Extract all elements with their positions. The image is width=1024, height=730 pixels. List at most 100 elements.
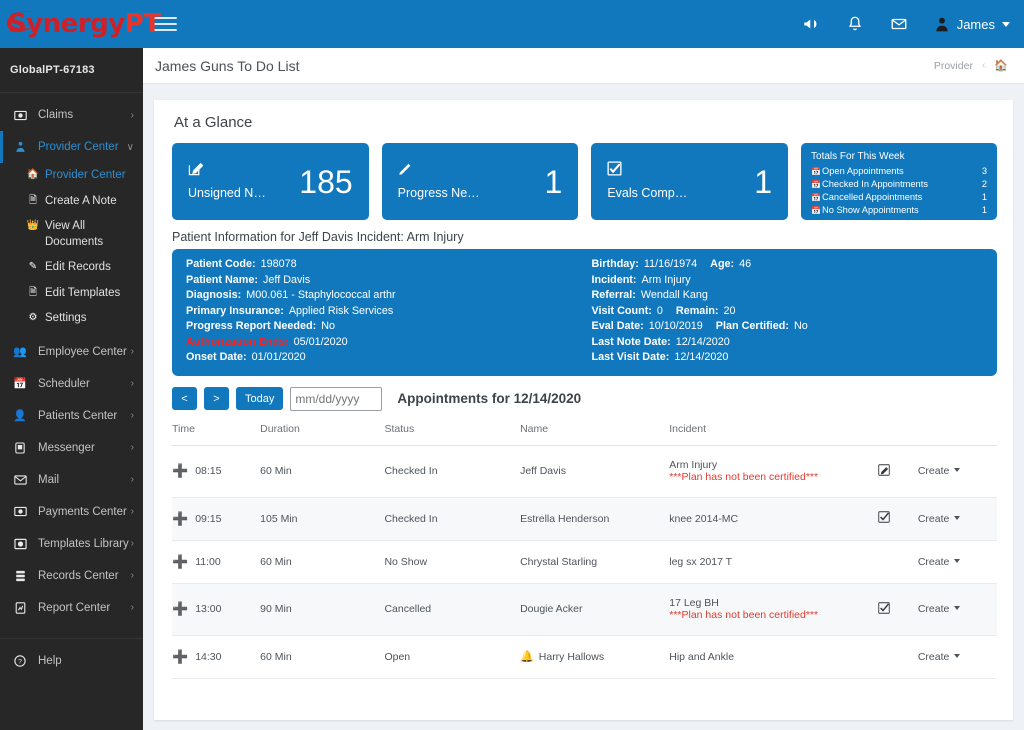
- expand-row-icon[interactable]: ➕: [172, 463, 188, 478]
- page-title: James Guns To Do List: [155, 57, 300, 74]
- sidebar-item-report-center[interactable]: Report Center ›: [0, 592, 143, 624]
- date-navigation: < > Today Appointments for 12/14/2020: [154, 376, 1013, 419]
- cell-duration: 105 Min: [260, 497, 385, 541]
- date-input[interactable]: [290, 386, 383, 411]
- table-row[interactable]: ➕ 08:15 60 Min Checked In Jeff Davis Arm …: [172, 445, 997, 498]
- tenant-id: GlobalPT-67183: [10, 64, 95, 76]
- bell-icon[interactable]: [846, 15, 864, 33]
- patient-info-right-column: Birthday: 11/16/1974 Age: 46 Incident: Arm …: [578, 257, 984, 366]
- chevron-right-icon: ›: [130, 602, 134, 614]
- page-header: James Guns To Do List Provider ‹ 🏠: [143, 48, 1024, 84]
- patient-field-birthday: Birthday: 11/16/1974 Age: 46: [592, 257, 984, 273]
- chevron-down-icon: ∨: [126, 141, 134, 153]
- chevron-right-icon: ›: [130, 442, 134, 454]
- field-label: Last Note Date:: [591, 335, 671, 348]
- sidebar-subitem-settings[interactable]: ⚙ Settings: [0, 306, 143, 332]
- next-day-button[interactable]: >: [204, 387, 229, 410]
- envelope-icon: [12, 475, 28, 485]
- sidebar-item-label: Claims: [38, 109, 74, 121]
- cell-row-icon: [850, 635, 918, 679]
- patient-field-progress-report-needed: Progress Report Needed: No: [186, 319, 578, 335]
- column-header-time: Time: [172, 418, 261, 446]
- cell-create-action[interactable]: Create: [917, 540, 997, 584]
- breadcrumb-provider[interactable]: Provider: [934, 60, 973, 72]
- sidebar-item-mail[interactable]: Mail ›: [0, 464, 143, 496]
- cell-time: ➕ 11:00: [172, 540, 261, 584]
- sidebar-item-claims[interactable]: Claims ›: [0, 99, 143, 131]
- expand-row-icon[interactable]: ➕: [172, 511, 188, 526]
- cell-row-icon[interactable]: [850, 583, 918, 636]
- sidebar-item-payments-center[interactable]: Payments Center ›: [0, 496, 143, 528]
- field-value-remain: 20: [723, 304, 736, 317]
- sidebar-item-messenger[interactable]: Messenger ›: [0, 432, 143, 464]
- sidebar-item-help[interactable]: ? Help: [0, 645, 143, 677]
- application-window: SynergyPT James GlobalPT-67183 Claims › …: [0, 0, 1024, 730]
- field-label: Eval Date:: [591, 320, 644, 332]
- field-value-plan-certified: No: [793, 320, 808, 332]
- table-row[interactable]: ➕ 14:30 60 Min Open 🔔 Harry Hallows Hip an…: [172, 635, 997, 679]
- stat-card-label: Unsigned N…: [188, 186, 266, 200]
- check-square-icon[interactable]: [878, 601, 890, 617]
- appointments-heading: Appointments for 12/14/2020: [397, 391, 582, 406]
- messenger-icon: [12, 442, 28, 454]
- breadcrumb-separator: ‹: [981, 60, 986, 71]
- sidebar-subitem-view-all-documents[interactable]: 👑 View All Documents: [0, 214, 143, 255]
- certification-warning: ***Plan has not been certified***: [669, 470, 819, 483]
- chevron-down-icon: [954, 515, 961, 520]
- previous-day-button[interactable]: <: [172, 387, 197, 410]
- cell-row-icon[interactable]: [850, 497, 918, 541]
- expand-row-icon[interactable]: ➕: [172, 649, 188, 664]
- edit-note-icon: [188, 161, 291, 179]
- sidebar-subitem-create-a-note[interactable]: 🗎 Create A Note: [0, 189, 143, 215]
- cell-create-action[interactable]: Create: [917, 583, 997, 636]
- app-logo[interactable]: SynergyPT: [0, 0, 161, 48]
- stat-card-value: 1: [754, 163, 773, 200]
- cell-row-icon[interactable]: [850, 445, 918, 498]
- svg-text:?: ?: [18, 658, 22, 665]
- sidebar-subitem-edit-templates[interactable]: 🗎 Edit Templates: [0, 281, 143, 307]
- cell-create-action[interactable]: Create: [917, 635, 997, 679]
- check-square-icon: [607, 161, 746, 179]
- today-button[interactable]: Today: [236, 387, 284, 410]
- table-row[interactable]: ➕ 11:00 60 Min No Show Chrystal Starling …: [172, 540, 997, 584]
- cell-create-action[interactable]: Create: [917, 445, 997, 498]
- sidebar-item-scheduler[interactable]: 📅 Scheduler ›: [0, 368, 143, 400]
- topbar-actions: James: [802, 15, 1024, 33]
- field-value: 0: [656, 304, 663, 317]
- sidebar-item-employee-center[interactable]: 👥 Employee Center ›: [0, 336, 143, 368]
- cell-status: Checked In: [384, 445, 521, 498]
- sidebar-item-label: Provider Center: [38, 141, 119, 153]
- sidebar-subitem-label: Edit Records: [45, 261, 111, 274]
- sidebar-item-templates-library[interactable]: Templates Library ›: [0, 528, 143, 560]
- sidebar-subitem-edit-records[interactable]: ✎ Edit Records: [0, 255, 143, 281]
- table-header-row: Time Duration Status Name Incident: [172, 418, 997, 446]
- field-label-remain: Remain:: [675, 304, 719, 317]
- user-menu[interactable]: James: [934, 15, 1010, 33]
- sidebar-item-label: Employee Center: [38, 345, 127, 358]
- totals-row: 📅 Checked In Appointments 2: [811, 178, 987, 191]
- sidebar-item-patients-center[interactable]: 👤 Patients Center ›: [0, 400, 143, 432]
- cell-create-action[interactable]: Create: [917, 497, 997, 541]
- expand-row-icon[interactable]: ➕: [172, 554, 188, 569]
- edit-note-icon[interactable]: [878, 463, 890, 479]
- stat-card-unsigned-notes[interactable]: Unsigned N… 185: [172, 143, 369, 220]
- sidebar-item-provider-center[interactable]: Provider Center ∨: [0, 131, 143, 163]
- megaphone-icon[interactable]: [802, 15, 820, 33]
- stat-card-evals-completed[interactable]: Evals Comp… 1: [591, 143, 789, 220]
- totals-row-value: 1: [981, 205, 988, 215]
- stat-card-progress-notes[interactable]: Progress Ne… 1: [381, 143, 579, 220]
- home-icon[interactable]: 🏠: [994, 59, 1008, 72]
- cell-time: ➕ 09:15: [172, 497, 261, 541]
- check-square-icon[interactable]: [878, 511, 890, 526]
- cell-incident: 17 Leg BH ***Plan has not been certified…: [669, 583, 851, 636]
- appointment-time: 13:00: [195, 603, 222, 615]
- sidebar-item-records-center[interactable]: Records Center ›: [0, 560, 143, 592]
- sidebar-subitem-provider-center[interactable]: 🏠 Provider Center: [0, 163, 143, 189]
- field-label: Progress Report Needed:: [186, 320, 317, 332]
- table-row[interactable]: ➕ 09:15 105 Min Checked In Estrella Hende…: [172, 497, 997, 541]
- envelope-icon[interactable]: [890, 15, 908, 33]
- totals-row-label: Open Appointments: [822, 166, 904, 176]
- sidebar-item-label: Report Center: [38, 601, 111, 614]
- table-row[interactable]: ➕ 13:00 90 Min Cancelled Dougie Acker 17 …: [172, 583, 997, 636]
- expand-row-icon[interactable]: ➕: [172, 601, 188, 616]
